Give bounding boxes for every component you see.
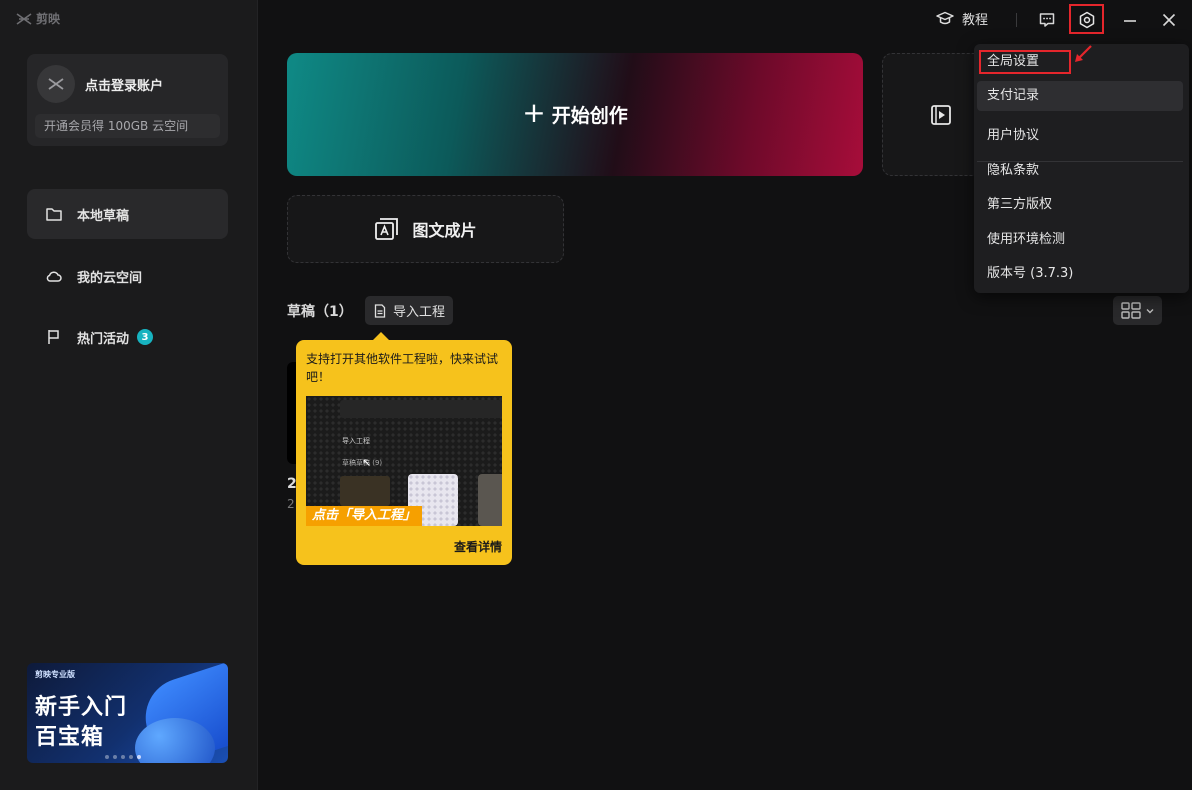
close-icon [1162,13,1176,27]
feedback-icon [1039,13,1055,27]
plus-icon: + [522,96,546,129]
sidebar-item-local-drafts[interactable]: 本地草稿 [27,189,228,239]
tooltip-preview-image: 导入工程 草稿草稿 (9) ↖ 点击「导入工程」 [306,396,502,526]
chevron-down-icon [1146,308,1153,313]
carousel-dots[interactable] [105,755,141,759]
banner-title: 新手入门 [35,695,128,720]
notification-badge: 3 [137,329,154,345]
carousel-dot[interactable] [113,755,117,759]
graduation-cap-icon [936,11,954,24]
flag-icon [48,330,59,344]
app-name: 剪映 [36,12,61,26]
promo-banner[interactable]: 剪映专业版 新手入门 百宝箱 [27,663,228,763]
app-logo: 剪映 [16,10,60,27]
sidebar-item-events[interactable]: 热门活动 3 [27,312,228,362]
menu-item-env-check[interactable]: 使用环境检测 [977,225,1183,255]
start-creation-button[interactable]: + 开始创作 [287,53,863,176]
feedback-button[interactable] [1033,6,1061,34]
play-frame-icon [931,105,951,125]
menu-item-privacy-policy[interactable]: 隐私条款 [977,156,1183,186]
carousel-dot[interactable] [129,755,133,759]
import-project-button[interactable]: 导入工程 [365,296,453,325]
login-card[interactable]: 点击登录账户 开通会员得 100GB 云空间 [27,54,228,146]
banner-subtitle: 百宝箱 [35,725,105,750]
sidebar-item-label: 热门活动 [77,331,130,347]
vip-promo[interactable]: 开通会员得 100GB 云空间 [35,114,220,138]
import-tooltip: 支持打开其他软件工程啦，快来试试吧！ 导入工程 草稿草稿 (9) ↖ 点击「导入… [296,340,512,565]
text-image-icon [375,218,399,240]
menu-item-version[interactable]: 版本号 (3.7.3) [977,259,1183,289]
login-label[interactable]: 点击登录账户 [85,75,163,94]
carousel-dot-active[interactable] [137,755,141,759]
menu-item-third-party[interactable]: 第三方版权 [977,190,1183,220]
folder-icon [46,208,62,221]
tooltip-text: 支持打开其他软件工程啦，快来试试吧！ [306,352,499,384]
document-icon [374,303,386,318]
settings-highlight-box [1069,4,1104,34]
view-details-link[interactable]: 查看详情 [454,538,502,555]
avatar[interactable] [37,65,75,103]
draft-meta: 2 [287,497,295,511]
settings-menu: 全局设置 支付记录 用户协议 隐私条款 第三方版权 使用环境检测 版本号 (3.… [974,44,1189,293]
cursor-icon: ↖ [362,456,372,469]
text-to-video-button[interactable]: 图文成片 [287,195,564,263]
minimize-button[interactable] [1116,6,1144,34]
drafts-heading: 草稿（1） [287,304,353,320]
banner-brand: 剪映专业版 [35,670,75,679]
import-project-label: 导入工程 [392,305,445,320]
minimize-icon [1124,20,1136,22]
preview-thumbnail [340,476,390,506]
tutorial-label: 教程 [962,13,989,28]
sidebar-item-label: 本地草稿 [77,208,130,224]
menu-item-user-agreement[interactable]: 用户协议 [977,121,1183,151]
preview-import-label: 导入工程 [342,437,370,445]
carousel-dot[interactable] [105,755,109,759]
sidebar-item-cloud[interactable]: 我的云空间 [27,251,228,301]
preview-thumbnail [478,474,502,526]
tutorial-button[interactable]: 教程 [936,9,988,28]
preview-toolbar [340,400,502,418]
annotation-arrow-icon [1075,45,1092,62]
text-to-video-label: 图文成片 [412,221,477,240]
capcut-logo-icon [48,78,64,90]
menu-item-payment-records[interactable]: 支付记录 [977,81,1183,111]
capcut-logo-icon [16,12,32,25]
menu-highlight-box [979,50,1071,74]
cloud-icon [46,271,62,282]
close-button[interactable] [1155,6,1183,34]
preview-caption: 点击「导入工程」 [306,506,423,526]
sidebar: 剪映 点击登录账户 开通会员得 100GB 云空间 本地草稿 我的云空间 热门活… [0,0,258,790]
grid-list-icon [1120,301,1141,319]
carousel-dot[interactable] [121,755,125,759]
titlebar-divider [1016,13,1017,27]
view-mode-toggle[interactable] [1113,296,1162,325]
sidebar-item-label: 我的云空间 [77,270,143,286]
start-creation-label: 开始创作 [551,105,628,127]
